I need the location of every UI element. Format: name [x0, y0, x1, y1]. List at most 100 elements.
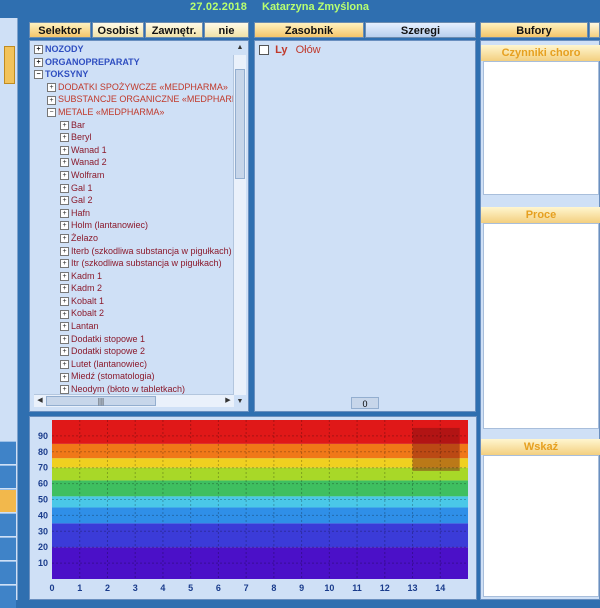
tab-zawnetr[interactable]: Zawnętr.: [145, 22, 203, 38]
tree-node[interactable]: + SUBSTANCJE ORGANICZNE «MEDPHARMA»: [34, 93, 240, 106]
left-sidebar-button-5[interactable]: [0, 537, 16, 560]
x-tick-label: 8: [271, 583, 276, 593]
left-sidebar-button-6[interactable]: [0, 561, 16, 584]
expand-plus-icon[interactable]: +: [60, 183, 69, 193]
tree-node[interactable]: + Bar: [34, 119, 240, 132]
expand-plus-icon[interactable]: +: [60, 234, 69, 244]
left-sidebar-marker[interactable]: [4, 46, 15, 84]
tree-node[interactable]: + Hafn: [34, 207, 240, 220]
expand-plus-icon[interactable]: +: [34, 45, 43, 55]
tree-node[interactable]: + Wolfram: [34, 169, 240, 182]
expand-plus-icon[interactable]: +: [60, 385, 69, 395]
tree-node[interactable]: + Gal 1: [34, 182, 240, 195]
expand-plus-icon[interactable]: +: [60, 120, 69, 130]
tab-selektor[interactable]: Selektor: [29, 22, 91, 38]
tree-node[interactable]: + Lutet (lantanowiec): [34, 358, 240, 371]
scroll-down-arrow-icon[interactable]: ▼: [234, 397, 246, 407]
tree-node[interactable]: − TOKSYNY: [34, 68, 240, 81]
collapse-minus-icon[interactable]: −: [47, 108, 56, 118]
scroll-up-arrow-icon[interactable]: ▲: [234, 43, 246, 53]
tree-node[interactable]: + Lantan: [34, 320, 240, 333]
expand-plus-icon[interactable]: +: [60, 171, 69, 181]
expand-plus-icon[interactable]: +: [60, 297, 69, 306]
tree-vertical-scroll-thumb[interactable]: [235, 69, 245, 179]
expand-plus-icon[interactable]: +: [60, 196, 69, 206]
tree-node-label: Itr (szkodliwa substancja w pigułkach): [71, 258, 222, 269]
tab-nie[interactable]: nie: [204, 22, 249, 38]
tree-node[interactable]: + Wanad 1: [34, 144, 240, 157]
tree-node-label: Dodatki stopowe 2: [71, 346, 146, 357]
section-czynniki-box[interactable]: [483, 61, 599, 195]
tree-node-label: Kadm 2: [71, 283, 103, 294]
spectrum-chart[interactable]: 1020304050607080900 1 2 3 4 5 6 7 8 9 10 11 12 13 14: [30, 417, 476, 599]
selector-tree[interactable]: + NOZODY + ORGANOPREPARATY − TOKSYNY + DODATKI …: [34, 43, 240, 395]
tree-node[interactable]: + Kadm 2: [34, 282, 240, 295]
section-proce-header[interactable]: Proce: [481, 207, 600, 223]
tree-node-label: Gal 1: [71, 182, 93, 193]
tree-node[interactable]: + Holm (lantanowiec): [34, 219, 240, 232]
zasobnik-item[interactable]: Ly Ołów: [259, 44, 321, 56]
expand-plus-icon[interactable]: +: [60, 259, 69, 269]
expand-plus-icon[interactable]: +: [60, 221, 69, 231]
tree-node[interactable]: + Kadm 1: [34, 270, 240, 283]
tree-node[interactable]: + Kobalt 1: [34, 295, 240, 308]
tree-horizontal-scrollbar[interactable]: ◀ ||| ▶: [34, 394, 234, 407]
tab-bufory[interactable]: Bufory: [480, 22, 588, 38]
expand-plus-icon[interactable]: +: [60, 372, 69, 382]
expand-plus-icon[interactable]: +: [60, 334, 69, 344]
left-sidebar-button-1[interactable]: [0, 441, 16, 464]
y-tick-label: 30: [38, 526, 48, 536]
left-sidebar-button-7[interactable]: [0, 585, 16, 608]
expand-plus-icon[interactable]: +: [60, 309, 69, 319]
expand-plus-icon[interactable]: +: [60, 158, 69, 168]
zasobnik-item-checkbox[interactable]: [259, 45, 269, 56]
tree-node[interactable]: − METALE «MEDPHARMA»: [34, 106, 240, 119]
tree-node[interactable]: + Iterb (szkodliwa substancja w pigułkach…: [34, 245, 240, 258]
left-sidebar-button-2[interactable]: [0, 465, 16, 488]
tab-szeregi[interactable]: Szeregi: [365, 22, 476, 38]
tree-node[interactable]: + Gal 2: [34, 194, 240, 207]
expand-plus-icon[interactable]: +: [47, 82, 56, 92]
tree-node[interactable]: + Beryl: [34, 131, 240, 144]
expand-plus-icon[interactable]: +: [60, 271, 69, 281]
tree-node[interactable]: + Żelazo: [34, 232, 240, 245]
collapse-minus-icon[interactable]: −: [34, 70, 43, 80]
x-tick-label: 2: [105, 583, 110, 593]
scroll-right-arrow-icon[interactable]: ▶: [222, 396, 234, 406]
expand-plus-icon[interactable]: +: [60, 246, 69, 256]
spectrum-band: [52, 480, 468, 497]
section-czynniki-header[interactable]: Czynniki choro: [481, 45, 600, 61]
expand-plus-icon[interactable]: +: [60, 145, 69, 155]
tree-node-label: Dodatki stopowe 1: [71, 333, 146, 344]
tree-node[interactable]: + Dodatki stopowe 1: [34, 333, 240, 346]
tree-node[interactable]: + ORGANOPREPARATY: [34, 56, 240, 69]
section-proce-box[interactable]: [483, 223, 599, 429]
tree-node[interactable]: + Wanad 2: [34, 156, 240, 169]
tree-node[interactable]: + NOZODY: [34, 43, 240, 56]
left-sidebar-button-3[interactable]: [0, 489, 16, 512]
expand-plus-icon[interactable]: +: [34, 57, 43, 67]
tree-node[interactable]: + Itr (szkodliwa substancja w pigułkach): [34, 257, 240, 270]
tab-overflow[interactable]: [589, 22, 600, 38]
tree-node[interactable]: + Kobalt 2: [34, 307, 240, 320]
tree-horizontal-scroll-thumb[interactable]: |||: [46, 396, 156, 406]
expand-plus-icon[interactable]: +: [60, 322, 69, 332]
expand-plus-icon[interactable]: +: [60, 284, 69, 294]
section-wskaz-header[interactable]: Wskaź: [481, 439, 600, 455]
tree-node[interactable]: + Dodatki stopowe 2: [34, 345, 240, 358]
tree-node[interactable]: + DODATKI SPOŻYWCZE «MEDPHARMA»: [34, 81, 240, 94]
tree-node[interactable]: + Miedź (stomatologia): [34, 370, 240, 383]
expand-plus-icon[interactable]: +: [60, 347, 69, 357]
tree-node-label: ORGANOPREPARATY: [45, 56, 140, 67]
tab-zasobnik[interactable]: Zasobnik: [254, 22, 364, 38]
expand-plus-icon[interactable]: +: [60, 208, 69, 218]
scroll-left-arrow-icon[interactable]: ◀: [34, 396, 46, 406]
section-wskaz-box[interactable]: [483, 455, 599, 597]
tab-osobist[interactable]: Osobist: [92, 22, 144, 38]
expand-plus-icon[interactable]: +: [60, 359, 69, 369]
tree-vertical-scrollbar[interactable]: ▲ ▼: [233, 44, 246, 405]
selector-tree-panel: + NOZODY + ORGANOPREPARATY − TOKSYNY + DODATKI …: [29, 40, 249, 412]
expand-plus-icon[interactable]: +: [47, 95, 56, 105]
left-sidebar-button-4[interactable]: [0, 513, 16, 536]
expand-plus-icon[interactable]: +: [60, 133, 69, 143]
